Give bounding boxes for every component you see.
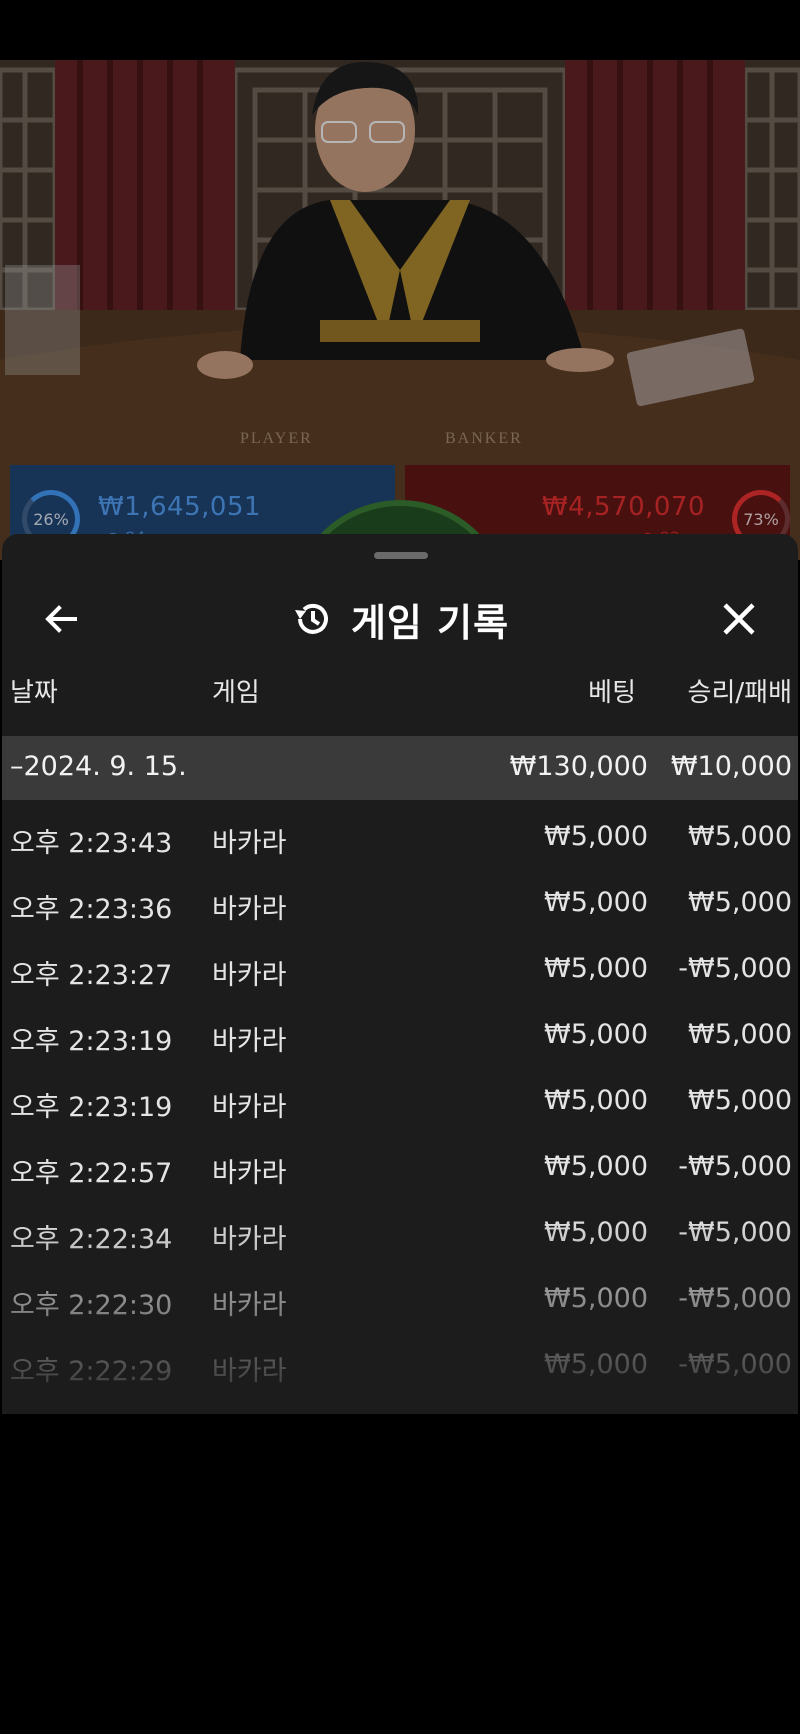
day-summary-date: –2024. 9. 15. — [10, 751, 187, 782]
column-header-bet: 베팅 — [588, 678, 636, 708]
row-bet: ₩5,000 — [544, 1283, 648, 1314]
row-time: 오후 2:23:19 — [10, 1026, 173, 1057]
history-row[interactable]: 오후 2:23:43 바카라 ₩5,000 ₩5,000 — [2, 800, 798, 866]
row-bet: ₩5,000 — [544, 821, 648, 852]
row-result: -₩5,000 — [678, 953, 792, 984]
row-game: 바카라 — [212, 1224, 287, 1255]
history-row[interactable]: 오후 2:22:57 바카라 ₩5,000 -₩5,000 — [2, 1130, 798, 1196]
column-header-win-loss: 승리/패배 — [687, 678, 792, 708]
row-result: ₩5,000 — [688, 1019, 792, 1050]
row-time: 오후 2:23:27 — [10, 960, 173, 991]
row-game: 바카라 — [212, 1026, 287, 1057]
row-time: 오후 2:23:19 — [10, 1092, 173, 1123]
page-title: 게임 기록 — [350, 600, 510, 645]
history-row[interactable]: 오후 2:22:30 바카라 ₩5,000 -₩5,000 — [2, 1262, 798, 1328]
row-time: 오후 2:23:36 — [10, 894, 173, 925]
row-result: ₩5,000 — [688, 887, 792, 918]
row-game: 바카라 — [212, 1356, 287, 1387]
row-time: 오후 2:23:43 — [10, 828, 173, 859]
row-result: -₩5,000 — [678, 1283, 792, 1314]
row-bet: ₩5,000 — [544, 1349, 648, 1380]
row-bet: ₩5,000 — [544, 1085, 648, 1116]
row-bet: ₩5,000 — [544, 1019, 648, 1050]
row-game: 바카라 — [212, 894, 287, 925]
history-row[interactable]: 오후 2:23:27 바카라 ₩5,000 -₩5,000 — [2, 932, 798, 998]
history-list: 오후 2:23:43 바카라 ₩5,000 ₩5,000 오후 2:23:36 … — [2, 800, 798, 1394]
row-time: 오후 2:22:34 — [10, 1224, 173, 1255]
row-result: -₩5,000 — [678, 1151, 792, 1182]
table-header: 날짜 게임 베팅 승리/패배 — [2, 672, 798, 722]
live-dealer-video: PLAYER BANKER 26% 73% ₩1,645,051 ₩4,570,… — [0, 60, 800, 560]
back-button[interactable] — [38, 596, 84, 642]
history-clock-icon — [294, 603, 328, 634]
history-row[interactable]: 오후 2:22:34 바카라 ₩5,000 -₩5,000 — [2, 1196, 798, 1262]
day-summary-row[interactable]: –2024. 9. 15. ₩130,000 ₩10,000 — [2, 736, 798, 800]
row-game: 바카라 — [212, 1290, 287, 1321]
sheet-title-group: 게임 기록 — [291, 592, 509, 647]
history-row[interactable]: 오후 2:23:36 바카라 ₩5,000 ₩5,000 — [2, 866, 798, 932]
history-row[interactable]: 오후 2:23:19 바카라 ₩5,000 ₩5,000 — [2, 1064, 798, 1130]
row-time: 오후 2:22:29 — [10, 1356, 173, 1387]
row-bet: ₩5,000 — [544, 1151, 648, 1182]
screen: PLAYER BANKER 26% 73% ₩1,645,051 ₩4,570,… — [0, 0, 800, 1734]
column-header-date: 날짜 — [10, 678, 58, 708]
row-result: ₩5,000 — [688, 821, 792, 852]
day-summary-bet: ₩130,000 — [509, 751, 648, 782]
row-game: 바카라 — [212, 1158, 287, 1189]
row-result: ₩5,000 — [688, 1085, 792, 1116]
row-result: -₩5,000 — [678, 1217, 792, 1248]
game-history-sheet: 게임 기록 날짜 게임 베팅 승리/패배 –2024. 9. 15. ₩130,… — [2, 534, 798, 1414]
row-result: -₩5,000 — [678, 1349, 792, 1380]
row-game: 바카라 — [212, 1092, 287, 1123]
row-time: 오후 2:22:30 — [10, 1290, 173, 1321]
day-summary-win-loss: ₩10,000 — [670, 751, 792, 782]
row-game: 바카라 — [212, 828, 287, 859]
arrow-left-icon — [45, 605, 77, 633]
sheet-header: 게임 기록 — [2, 574, 798, 664]
row-bet: ₩5,000 — [544, 953, 648, 984]
close-button[interactable] — [716, 596, 762, 642]
close-icon — [723, 603, 755, 635]
row-bet: ₩5,000 — [544, 887, 648, 918]
row-bet: ₩5,000 — [544, 1217, 648, 1248]
column-header-game: 게임 — [212, 678, 260, 708]
history-row[interactable]: 오후 2:23:19 바카라 ₩5,000 ₩5,000 — [2, 998, 798, 1064]
row-time: 오후 2:22:57 — [10, 1158, 173, 1189]
sheet-drag-handle[interactable] — [374, 552, 428, 559]
history-row[interactable]: 오후 2:22:29 바카라 ₩5,000 -₩5,000 — [2, 1328, 798, 1394]
row-game: 바카라 — [212, 960, 287, 991]
